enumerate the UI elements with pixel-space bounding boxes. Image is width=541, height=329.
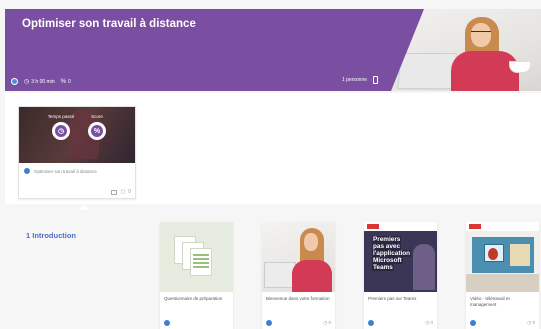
comment-icon: ▢	[120, 189, 126, 195]
laptop-illustration	[397, 53, 457, 89]
phone-icon	[373, 76, 379, 84]
video-board	[510, 244, 530, 266]
participants[interactable]: 1 personne	[342, 76, 379, 84]
score-value: 0	[67, 78, 71, 85]
score-label: Score	[91, 114, 103, 119]
time-spent-label: Temps passé	[47, 114, 75, 119]
course-title: Optimiser son travail à distance	[22, 18, 196, 30]
resource-count-value: 0	[328, 320, 331, 325]
percent-icon: %	[91, 125, 103, 137]
teams-line: Microsoft	[372, 257, 403, 265]
teams-line: pas avec	[372, 243, 402, 251]
resource-card-welcome[interactable]: Bienvenue dans votre formation ◷ 0	[262, 222, 335, 329]
score-stat: Score %	[82, 114, 112, 140]
document-icon	[160, 222, 233, 292]
time-spent-circle: ◷	[52, 122, 70, 140]
duration-value: 3 h 00 min	[31, 78, 55, 85]
person-body	[292, 260, 332, 292]
module-card[interactable]: Temps passé ◷ Score % Optimiser son trav…	[18, 106, 136, 199]
resource-card-questionnaire[interactable]: Questionnaire de préparation	[160, 222, 233, 329]
resource-title: Bienvenue dans votre formation	[266, 296, 330, 301]
cup-illustration	[509, 61, 531, 73]
teams-thumb-text: Premiers pas avec l'application Microsof…	[372, 236, 412, 272]
module-count: 0	[128, 189, 131, 195]
section-title: 1 Introduction	[26, 231, 76, 240]
duration-item: ◷ 3 h 00 min	[24, 78, 55, 86]
module-thumbnail: Temps passé ◷ Score %	[19, 107, 135, 163]
teams-person	[413, 244, 435, 290]
resource-card-video[interactable]: Vidéo - télétravail et management ◷ 0	[466, 222, 539, 329]
selected-indicator	[79, 205, 89, 210]
youtube-icon	[469, 224, 481, 229]
resource-footer	[164, 320, 229, 326]
resource-count: ◷ 0	[425, 320, 433, 325]
resource-status-dot	[164, 320, 170, 326]
course-banner: Optimiser son travail à distance ◷ 3 h 0…	[5, 9, 541, 91]
module-title: Optimiser son travail à distance	[34, 168, 97, 174]
video-thumbnail	[466, 222, 539, 292]
teams-line: Teams	[372, 264, 394, 272]
resource-footer: ◷ 0	[368, 320, 433, 326]
resource-count-value: 0	[430, 320, 433, 325]
resource-status-dot	[368, 320, 374, 326]
clock-icon: ◷	[24, 79, 30, 85]
resource-status-dot	[470, 320, 476, 326]
person-body	[451, 51, 519, 91]
score-item: % 0	[61, 79, 71, 85]
status-dot	[11, 78, 18, 85]
video-desk	[466, 274, 539, 292]
teams-thumbnail: Premiers pas avec l'application Microsof…	[364, 222, 437, 292]
message-icon	[111, 189, 118, 195]
resource-title: Vidéo - télétravail et management	[470, 296, 510, 308]
video-person	[488, 248, 498, 260]
person-face	[304, 233, 318, 251]
doc-lines	[193, 254, 209, 268]
resource-footer: ◷ 0	[470, 320, 535, 326]
resource-card-teams[interactable]: Premiers pas avec l'application Microsof…	[364, 222, 437, 329]
module-footer: ▢ 0	[111, 189, 131, 195]
clock-icon: ◷	[55, 125, 67, 137]
module-title-row: Optimiser son travail à distance	[24, 168, 97, 174]
percent-icon: %	[60, 78, 66, 85]
youtube-icon	[367, 224, 379, 229]
resource-title: Premiers pas sur Teams	[368, 296, 417, 301]
resource-count-value: 0	[532, 320, 535, 325]
course-meta: ◷ 3 h 00 min % 0	[11, 78, 71, 85]
person-glasses	[471, 31, 491, 35]
module-status-dot	[24, 168, 30, 174]
resource-count: ◷ 0	[323, 320, 331, 325]
teams-line: Premiers	[372, 236, 402, 243]
participants-label: 1 personne	[342, 77, 368, 83]
teams-line: l'application	[372, 250, 412, 258]
banner-image	[391, 9, 541, 91]
resource-title: Questionnaire de préparation	[164, 296, 223, 301]
resource-footer: ◷ 0	[266, 320, 331, 326]
welcome-thumbnail	[262, 222, 335, 292]
person-face	[471, 23, 491, 47]
score-circle: %	[88, 122, 106, 140]
resource-status-dot	[266, 320, 272, 326]
resource-count: ◷ 0	[527, 320, 535, 325]
time-spent-stat: Temps passé ◷	[46, 114, 76, 140]
